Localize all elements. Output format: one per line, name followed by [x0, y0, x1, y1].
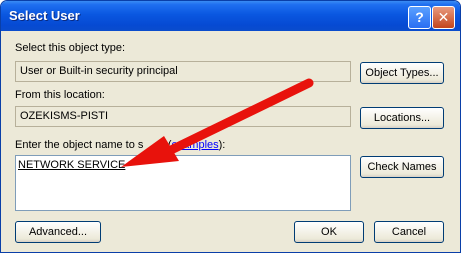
arrow-shaft — [164, 78, 314, 156]
arrow-head — [121, 136, 179, 167]
select-user-dialog: Select User ? ✕ Select this object type:… — [0, 0, 461, 253]
annotation-arrow — [121, 78, 314, 167]
